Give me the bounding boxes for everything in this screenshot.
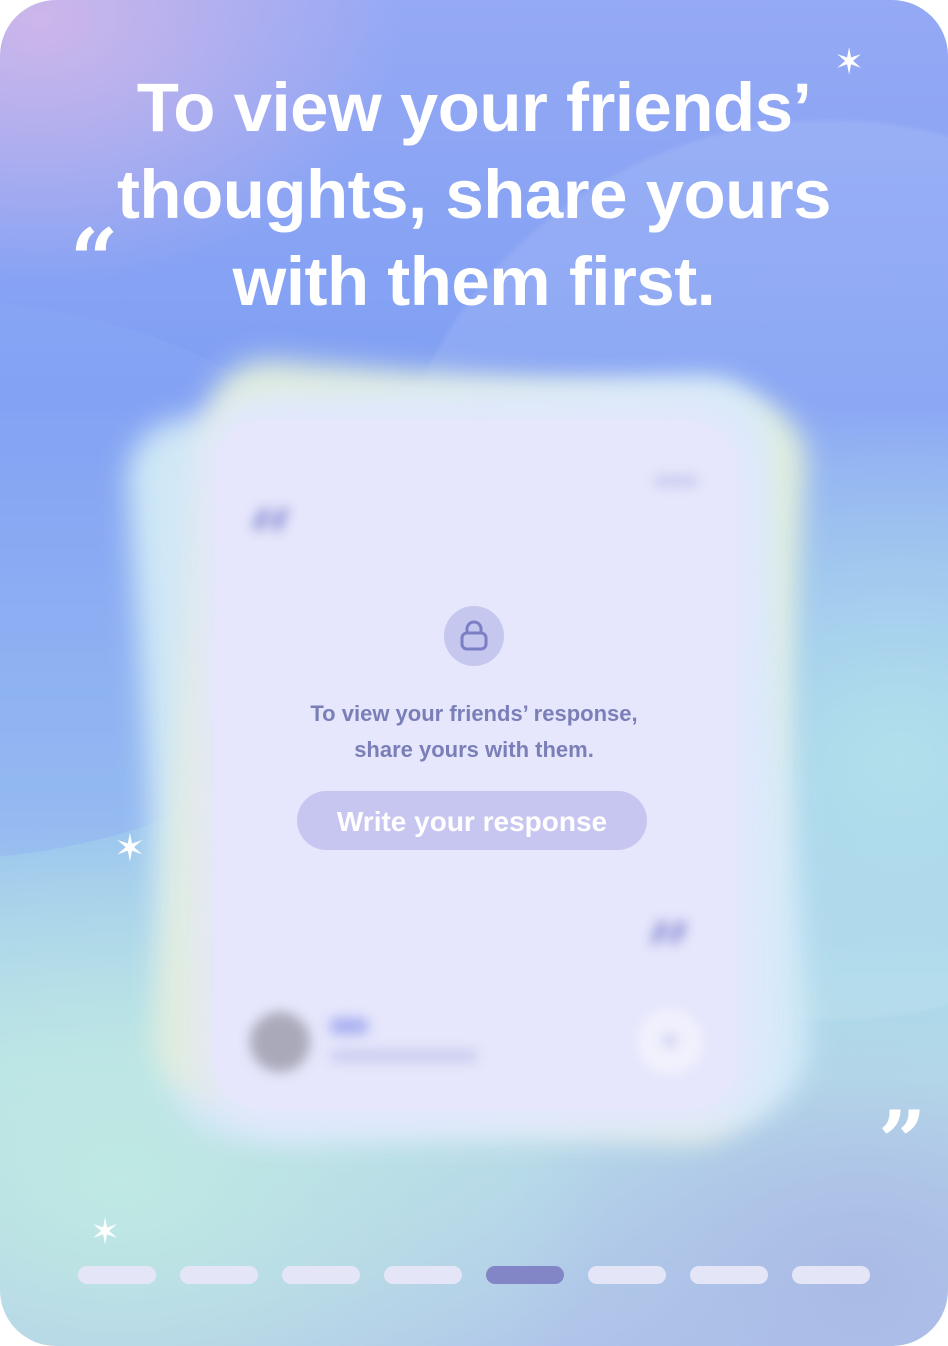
friend-name-placeholder [330, 1018, 368, 1034]
avatar [250, 1012, 310, 1072]
page-dot[interactable] [180, 1266, 258, 1284]
card-open-quote-icon: “ [248, 491, 295, 585]
page-indicator [78, 1266, 870, 1284]
locked-message-line: share yours with them. [354, 737, 594, 762]
page-dot-active[interactable] [486, 1266, 564, 1284]
page-dot[interactable] [792, 1266, 870, 1284]
page-dot[interactable] [78, 1266, 156, 1284]
friend-subtitle-placeholder [330, 1050, 478, 1062]
page-dot[interactable] [690, 1266, 768, 1284]
page-dot[interactable] [384, 1266, 462, 1284]
page-dot[interactable] [588, 1266, 666, 1284]
response-card-stack: “ ” ♥ To view your friends’ response, sh… [0, 0, 948, 1346]
locked-message-line: To view your friends’ response, [310, 701, 638, 726]
onboarding-screen: To view your friends’ thoughts, share yo… [0, 0, 948, 1346]
card-close-quote-icon: ” [646, 905, 693, 999]
write-response-button[interactable]: Write your response [297, 791, 647, 850]
locked-message: To view your friends’ response, share yo… [254, 696, 694, 768]
more-options-icon [654, 476, 698, 486]
locked-response-card: “ ” ♥ To view your friends’ response, sh… [214, 420, 738, 1110]
heart-icon: ♥ [638, 1010, 702, 1074]
page-dot[interactable] [282, 1266, 360, 1284]
lock-icon [444, 606, 504, 666]
